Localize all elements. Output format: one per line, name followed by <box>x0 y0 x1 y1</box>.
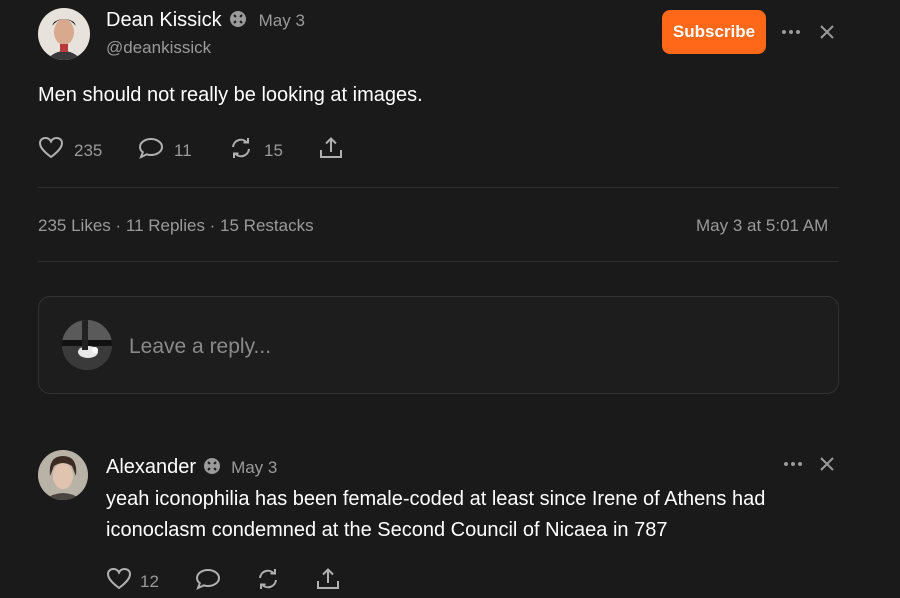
restack-icon <box>255 567 281 596</box>
user-avatar <box>62 320 112 370</box>
heart-icon <box>106 567 132 596</box>
subscribe-button[interactable]: Subscribe <box>662 10 766 54</box>
post-date: May 3 <box>258 10 305 30</box>
share-button[interactable] <box>318 136 344 165</box>
post-text: Men should not really be looking at imag… <box>38 84 423 106</box>
comment-date: May 3 <box>231 457 278 477</box>
more-icon[interactable] <box>782 454 804 474</box>
restack-icon <box>228 136 254 165</box>
comment-icon <box>138 136 164 165</box>
like-button[interactable]: 235 <box>38 136 102 165</box>
verified-badge-icon <box>229 10 247 33</box>
comment-share-button[interactable] <box>315 567 341 596</box>
author-handle[interactable]: @deankissick <box>106 38 211 58</box>
heart-icon <box>38 136 64 165</box>
commenter-avatar[interactable] <box>38 450 88 500</box>
reply-input[interactable]: Leave a reply... <box>129 335 271 359</box>
restack-button[interactable]: 15 <box>228 136 283 165</box>
divider <box>38 261 839 262</box>
more-icon[interactable] <box>780 22 802 42</box>
post-timestamp: May 3 at 5:01 AM <box>696 216 829 235</box>
comment-restack-button[interactable] <box>255 567 281 596</box>
author-name[interactable]: Dean Kissick <box>106 9 222 32</box>
close-icon[interactable] <box>818 455 836 473</box>
divider <box>38 187 839 188</box>
commenter-name[interactable]: Alexander <box>106 456 196 479</box>
verified-badge-icon <box>203 457 221 480</box>
author-avatar[interactable] <box>38 8 90 60</box>
reply-box[interactable]: Leave a reply... <box>38 296 839 394</box>
like-count: 235 <box>74 140 103 160</box>
comment-reply-button[interactable] <box>195 567 221 596</box>
comment-like-button[interactable]: 12 <box>106 567 159 596</box>
close-icon[interactable] <box>818 23 836 41</box>
comment-text: yeah iconophilia has been female-coded a… <box>106 488 766 541</box>
engagement-stats[interactable]: 235 Likes · 11 Replies · 15 Restacks <box>38 216 314 236</box>
comment-button[interactable]: 11 <box>138 136 192 165</box>
share-icon <box>318 136 344 165</box>
comment-like-count: 12 <box>140 571 159 591</box>
share-icon <box>315 567 341 596</box>
reply-count: 11 <box>174 140 192 160</box>
restack-count: 15 <box>264 140 283 160</box>
comment-icon <box>195 567 221 596</box>
